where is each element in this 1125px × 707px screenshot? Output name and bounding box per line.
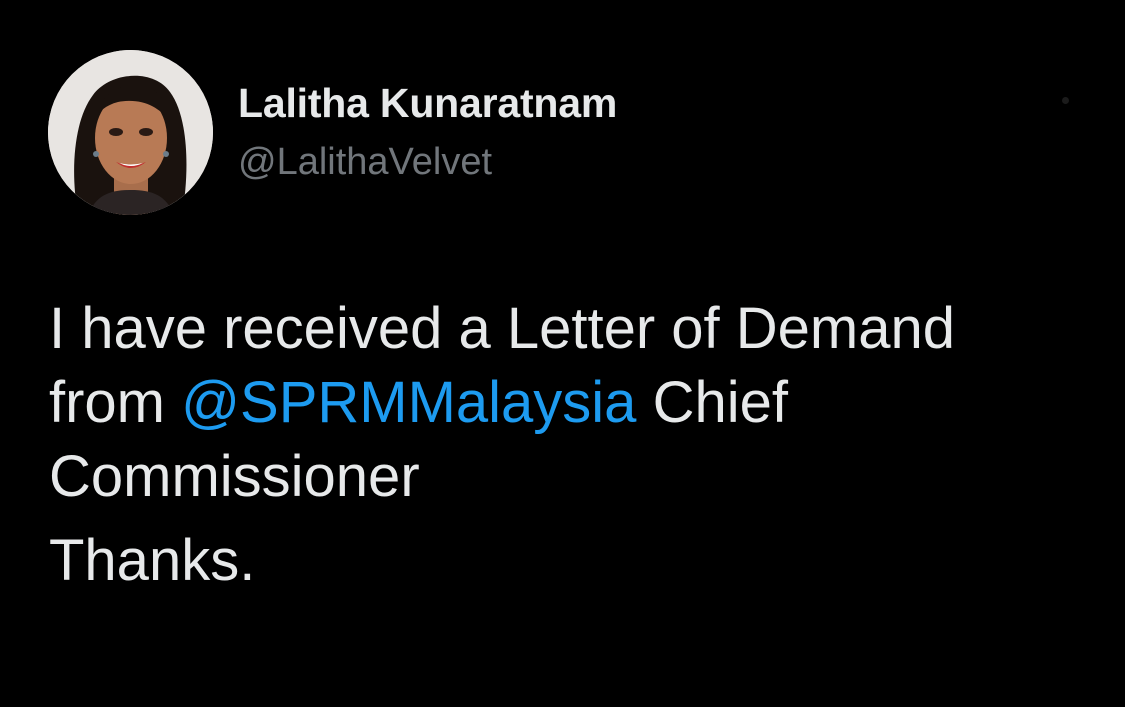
tweet-text-line-2-prefix: from: [49, 370, 165, 435]
tweet-text-line-1: I have received a Letter of Demand: [49, 296, 955, 361]
tweet-paragraph-1: I have received a Letter of Demand from …: [49, 292, 1099, 514]
author-display-name[interactable]: Lalitha Kunaratnam: [238, 80, 617, 126]
tweet-text: I have received a Letter of Demand from …: [49, 292, 1099, 598]
author-handle[interactable]: @LalithaVelvet: [238, 140, 617, 184]
more-options-icon[interactable]: [1062, 97, 1069, 104]
tweet-author[interactable]: Lalitha Kunaratnam @LalithaVelvet: [238, 80, 617, 184]
avatar-photo: [48, 50, 213, 215]
avatar[interactable]: [48, 50, 213, 215]
tweet: Lalitha Kunaratnam @LalithaVelvet I have…: [0, 0, 1125, 707]
tweet-text-line-2-suffix: Chief: [652, 370, 788, 435]
tweet-paragraph-2: Thanks.: [49, 528, 256, 593]
mention-link[interactable]: @SPRMMalaysia: [181, 370, 636, 435]
tweet-text-line-3: Commissioner: [49, 444, 420, 509]
